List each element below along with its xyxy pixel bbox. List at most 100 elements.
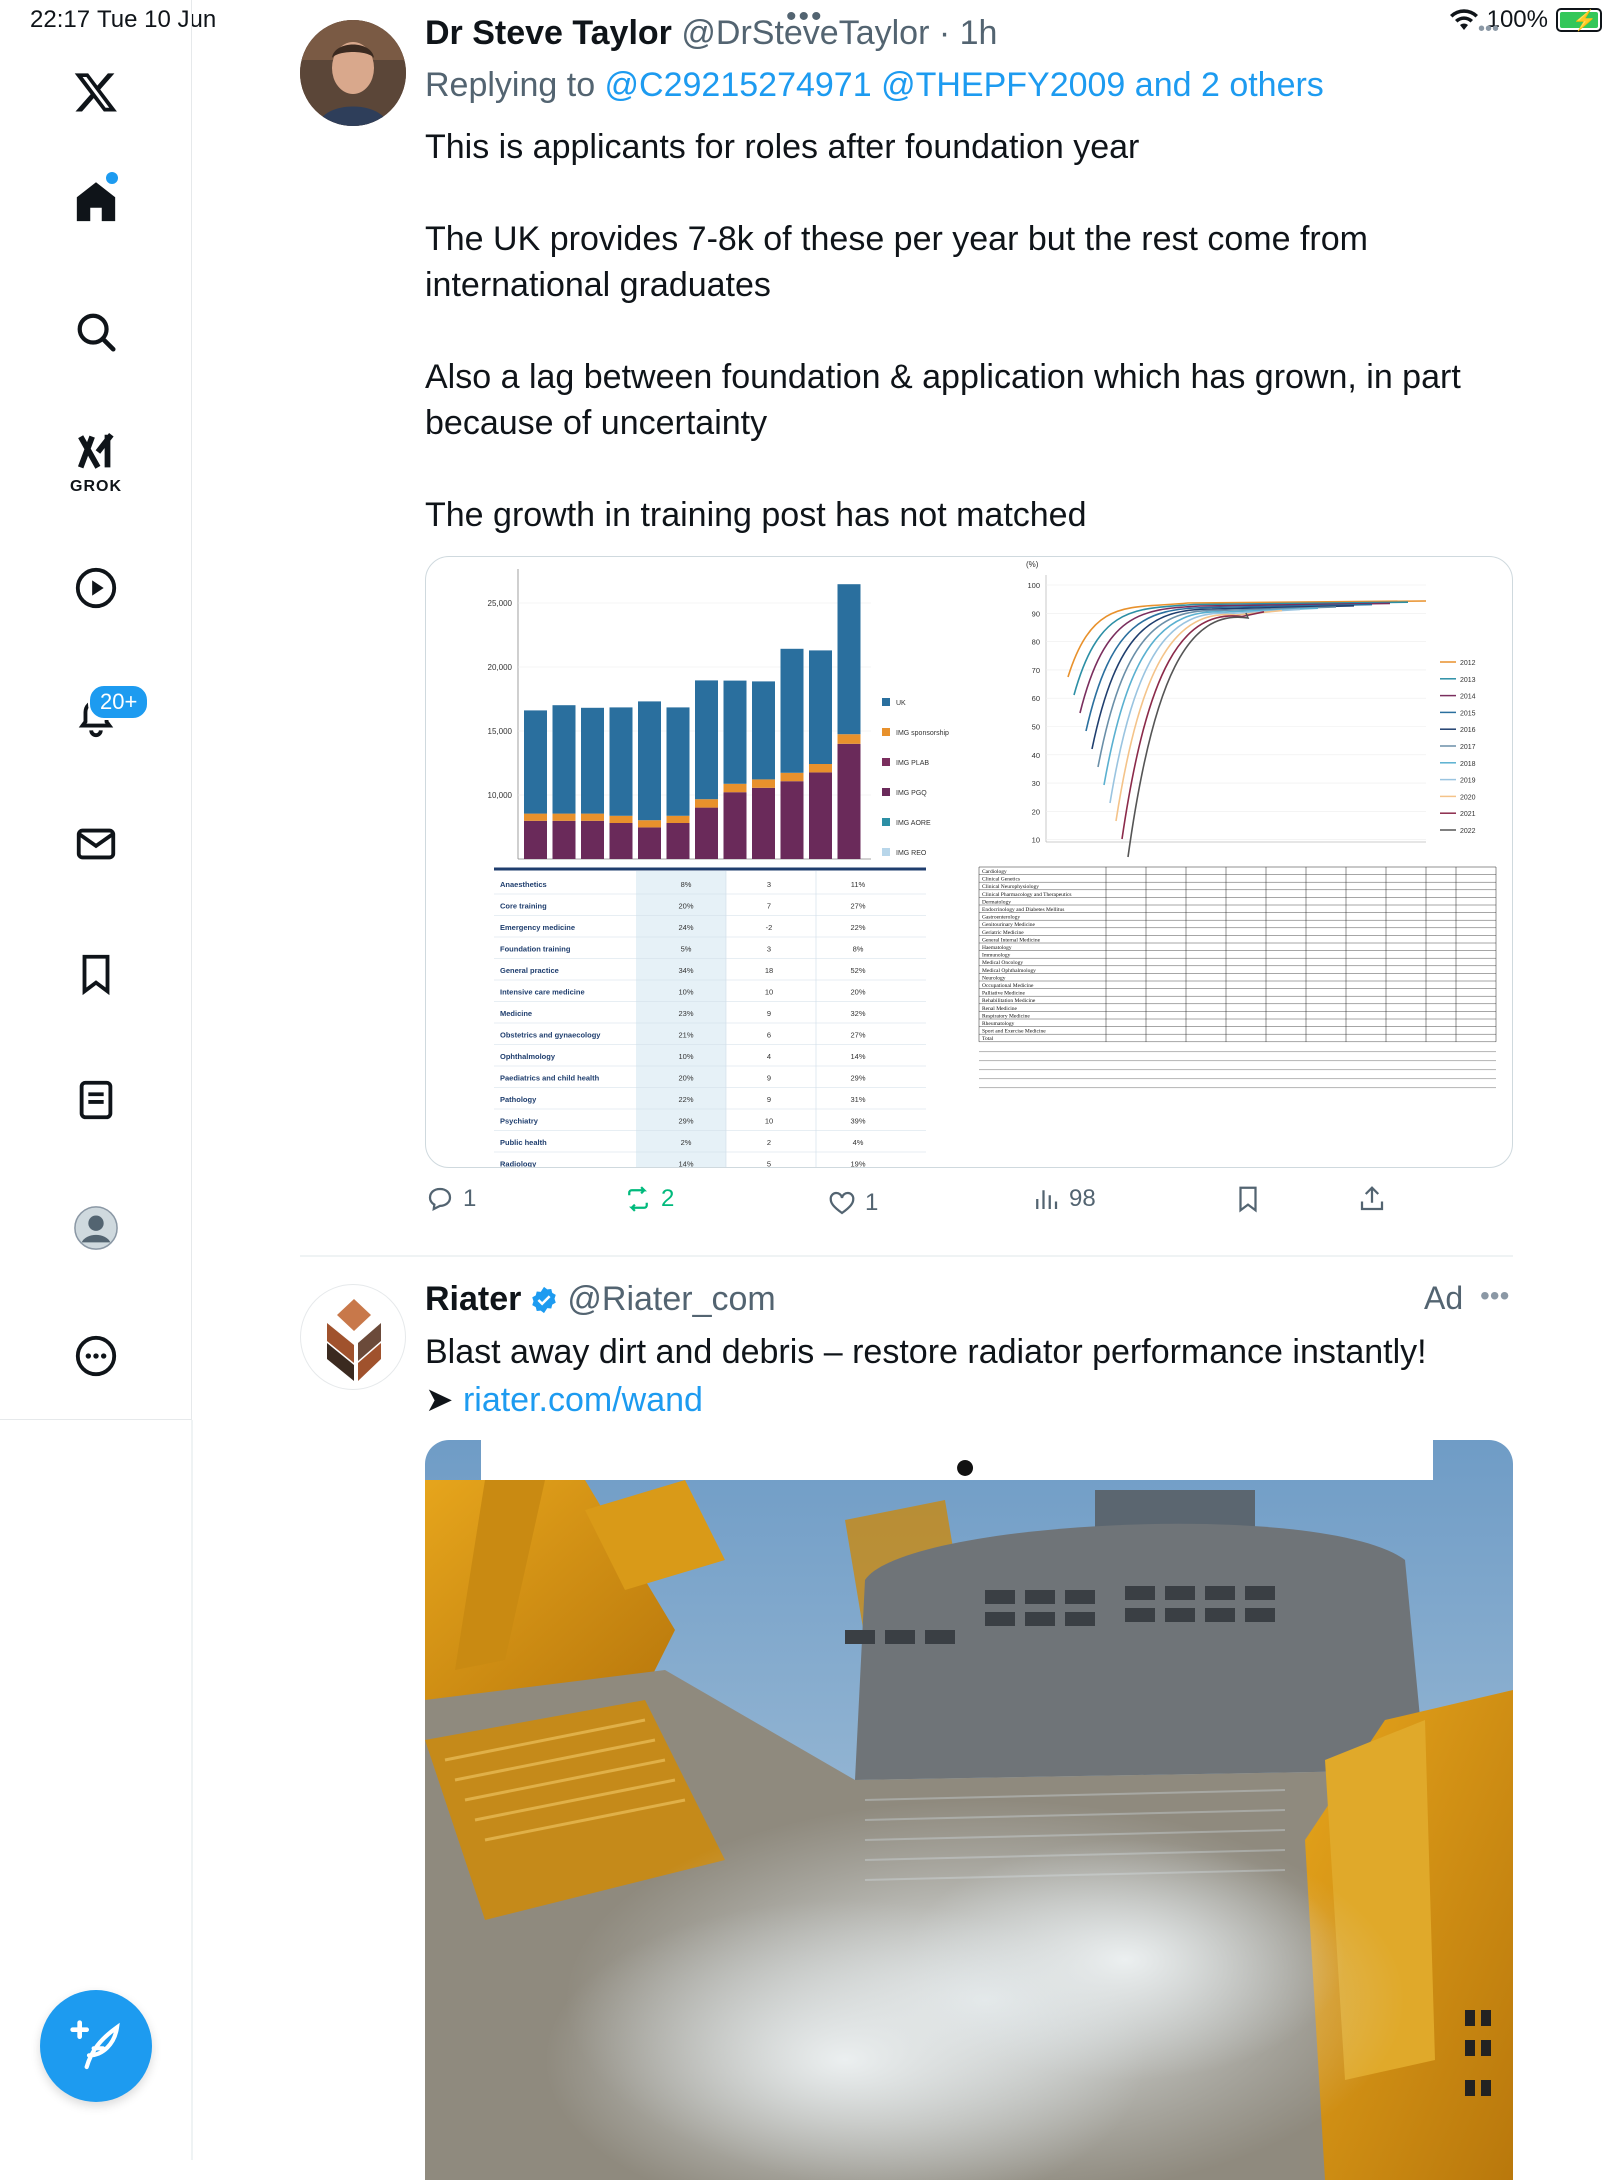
bar-segment-sponsorship [809,764,832,773]
table-cell: Sport and Exercise Medicine [982,1029,1046,1035]
ad-header: Riater @Riater_com [425,1280,776,1319]
bar-segment-sponsorship [752,779,775,788]
table-cell: 20% [678,902,693,911]
tweet-divider [300,1255,1513,1257]
reply-button[interactable]: 1 [425,1184,476,1214]
table-cell: 24% [678,923,693,932]
table-cell: 22% [850,923,865,932]
line-legend-label: 2013 [1460,677,1476,684]
table-cell: 4% [853,1138,864,1147]
bar-segment-uk [723,680,747,784]
media-composite: 25,000 20,000 15,000 10,000 UK IMG sponsorsh… [488,560,1497,1169]
mail-icon[interactable] [56,804,136,884]
table-cell: Clinical Pharmacology and Therapeutics [982,892,1072,898]
x-logo-icon[interactable] [56,52,136,132]
replying-to-link[interactable]: @C29215274971 @THEPFY2009 and 2 others [605,66,1324,104]
legend-swatch [882,788,890,796]
table-cell: Emergency medicine [500,923,575,932]
table-cell: 7 [767,902,771,911]
advertiser-logo[interactable] [300,1284,406,1390]
table-cell: 9 [767,1074,771,1083]
bar-segment-sponsorship [638,820,661,828]
bookmark-icon[interactable] [56,934,136,1014]
share-button[interactable] [1357,1184,1387,1214]
table-cell: 23% [678,1009,693,1018]
views-button[interactable]: 98 [1031,1184,1096,1214]
table-cell: 10 [765,988,773,997]
table-cell: Cardiology [982,869,1007,875]
table-cell: 10% [678,1052,693,1061]
author-avatar[interactable] [300,20,406,126]
bar-segment-pgq [609,823,633,859]
search-icon[interactable] [56,292,136,372]
views-count: 98 [1069,1185,1096,1212]
advertiser-name[interactable]: Riater [425,1280,521,1319]
bookmark-outline-icon [1239,1186,1257,1213]
bar-segment-uk [809,650,832,764]
table-cell: Neurology [982,975,1006,981]
line-legend-label: 2021 [1460,811,1476,818]
bar-segment-sponsorship [666,815,690,823]
home-icon[interactable] [56,162,136,242]
bar-segment-pgq [837,743,861,859]
table-cell: 9 [767,1009,771,1018]
table-cell: Renal Medicine [982,1006,1018,1012]
video-play-icon[interactable] [56,548,136,628]
line-legend-label: 2020 [1460,794,1476,801]
repost-button[interactable]: 2 [623,1184,674,1214]
window-dots-icon[interactable]: ••• [1478,18,1499,41]
ad-link[interactable]: riater.com/wand [463,1381,703,1419]
line-legend-label: 2018 [1460,761,1476,768]
table-cell: 14% [850,1052,865,1061]
lists-icon[interactable] [56,1060,136,1140]
table-cell: 14% [678,1160,693,1169]
table-cell: 2% [681,1138,692,1147]
author-name[interactable]: Dr Steve Taylor [425,14,672,52]
line-chart-ylabel: (%) [1026,560,1039,569]
bar-segment-pgq [666,823,690,859]
ad-video[interactable] [425,1440,1513,2180]
table-cell: Immunology [982,953,1011,959]
author-handle[interactable]: @DrSteveTaylor [681,14,929,52]
bar-chart: 25,000 20,000 15,000 10,000 UK IMG sponsorsh… [488,569,949,860]
ad-text: Blast away dirt and debris – restore rad… [425,1333,1427,1371]
profile-avatar-icon[interactable] [56,1188,136,1268]
ad-more-options-icon[interactable]: ••• [1480,1280,1509,1312]
table-cell: 8% [853,945,864,954]
legend-swatch [882,758,890,766]
tweet-time[interactable]: · 1h [939,14,998,52]
line-ytick: 60 [1032,694,1040,703]
bar-segment-uk [666,707,690,816]
bar-segment-sponsorship [780,772,804,782]
advertiser-handle[interactable]: @Riater_com [567,1280,775,1319]
bookmark-tweet-button[interactable] [1233,1184,1263,1214]
table-cell: 18 [765,966,773,975]
table-cell: Occupational Medicine [982,983,1034,989]
bar-segment-pgq [638,827,661,859]
bar-segment-uk [638,701,661,821]
tweet-header: Dr Steve Taylor @DrSteveTaylor · 1h [425,14,997,53]
line-ytick: 70 [1032,666,1040,675]
table-cell: 29% [850,1074,865,1083]
like-count: 1 [865,1189,879,1216]
series-line [1121,611,1265,840]
bar-segment-uk [780,648,804,773]
bar-ytick: 15,000 [488,727,513,736]
line-ytick: 50 [1032,723,1040,732]
table-cell: Core training [500,902,547,911]
table-cell: 20% [850,988,865,997]
compose-post-button[interactable] [40,1990,152,2102]
more-icon[interactable] [56,1316,136,1396]
replying-to-line: Replying to @C29215274971 @THEPFY2009 an… [425,66,1324,105]
table-cell: Rehabilitation Medicine [982,998,1036,1004]
table-cell: Medicine [500,1009,532,1018]
series-line [1109,608,1301,804]
table-cell: 11% [851,880,866,889]
like-button[interactable]: 1 [827,1188,878,1218]
table-cell: 52% [850,966,865,975]
table-cell: 22% [678,1095,693,1104]
tweet-media-image[interactable]: 25,000 20,000 15,000 10,000 UK IMG sponsorsh… [425,556,1513,1168]
table-cell: Total [982,1036,994,1042]
line-ytick: 90 [1032,609,1040,618]
table-cell: Palliative Medicine [982,991,1025,997]
